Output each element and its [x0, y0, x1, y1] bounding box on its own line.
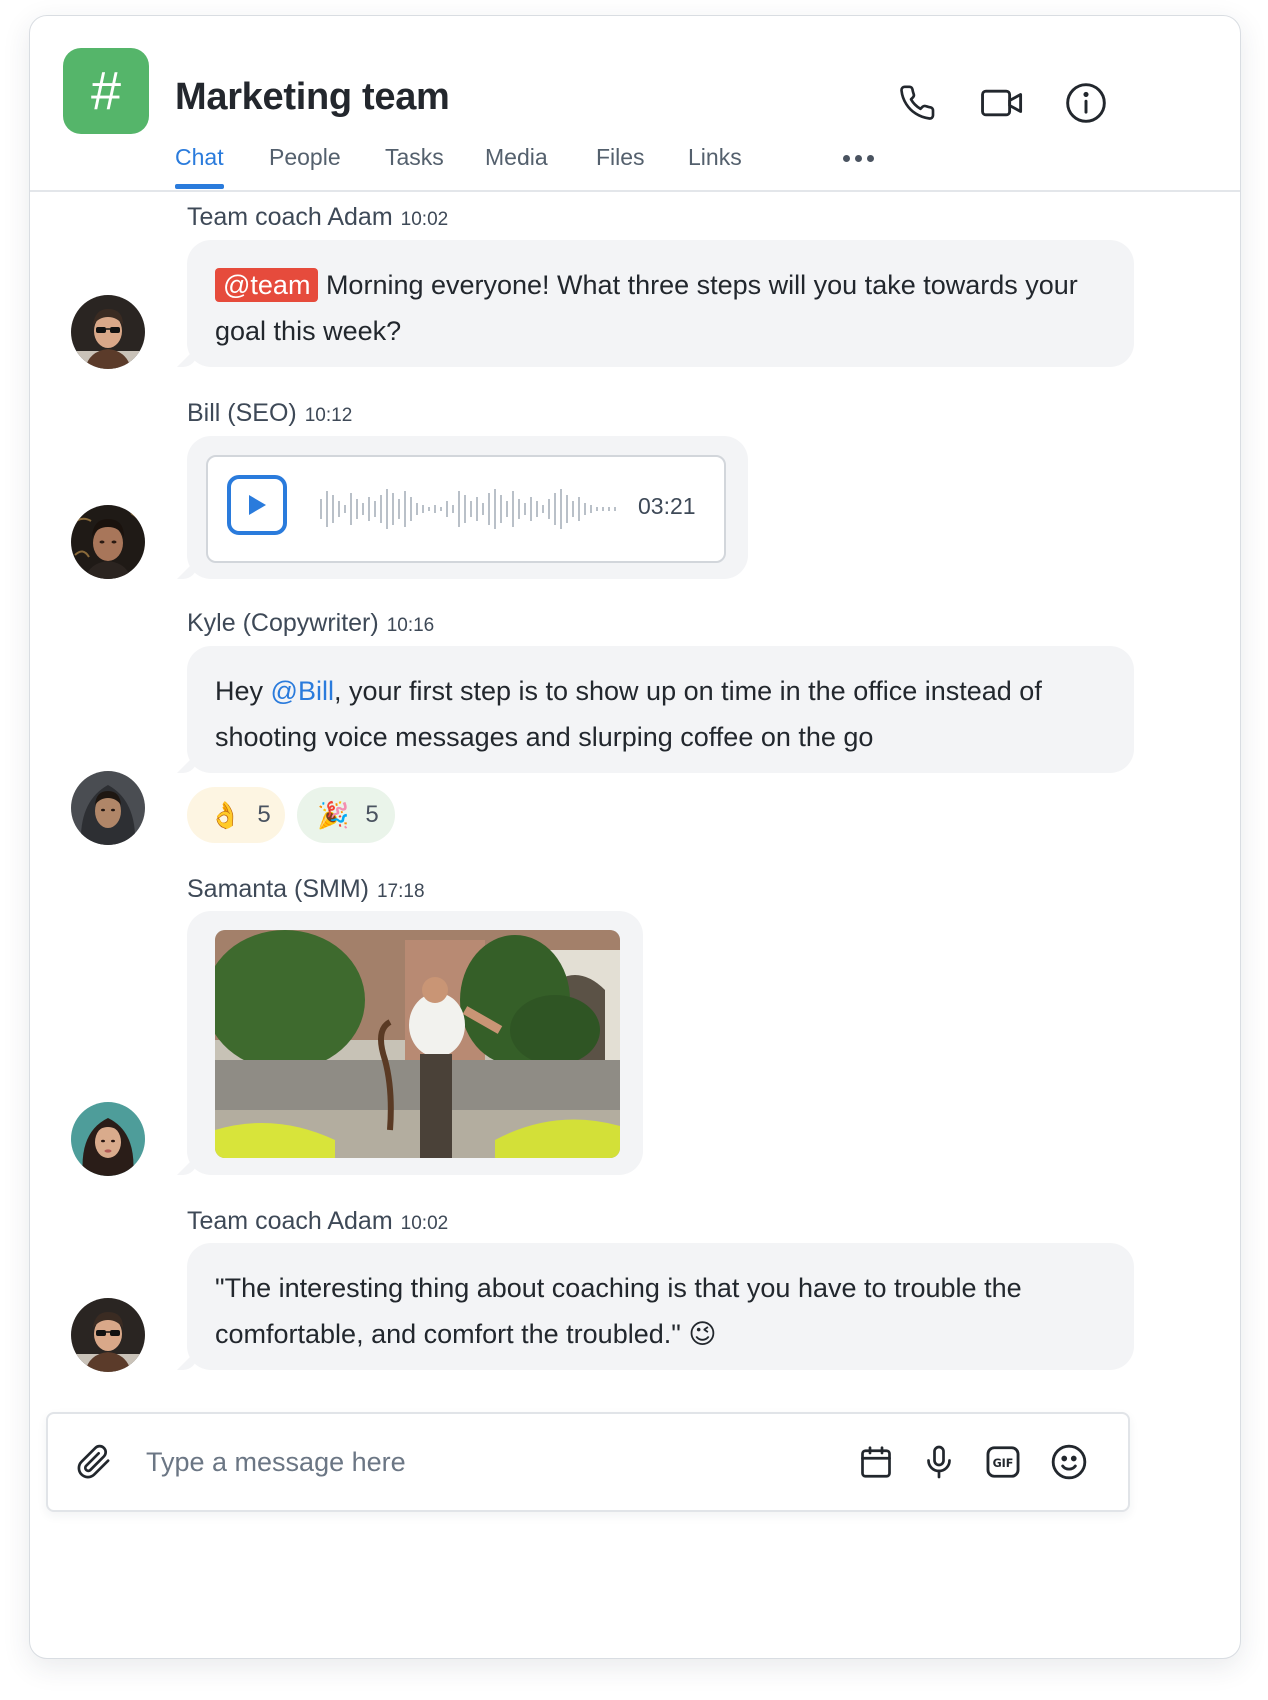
avatar[interactable] [71, 505, 145, 579]
message-body: Morning everyone! What three steps will … [215, 270, 1078, 346]
message-author: Bill (SEO) 10:12 [187, 399, 352, 428]
message-author: Team coach Adam 10:02 [187, 203, 448, 232]
play-icon [249, 495, 266, 515]
voice-message: 03:21 [206, 455, 726, 563]
chat-header: # Marketing team Chat People Tasks Media… [30, 16, 1240, 192]
author-name: Team coach Adam [187, 203, 393, 231]
message-time: 10:12 [304, 405, 353, 426]
video-icon[interactable] [977, 78, 1027, 128]
author-name: Samanta (SMM) [187, 875, 369, 903]
message-bubble: 03:21 [187, 436, 748, 579]
message-time: 17:18 [376, 881, 425, 902]
message-author: Kyle (Copywriter) 10:16 [187, 609, 434, 638]
gif-image[interactable] [215, 930, 620, 1158]
avatar[interactable] [71, 1102, 145, 1176]
play-button[interactable] [227, 475, 287, 535]
message-body: , your first step is to show up on time … [215, 676, 1042, 752]
tab-files[interactable]: Files [596, 144, 645, 171]
chat-window: # Marketing team Chat People Tasks Media… [29, 15, 1241, 1659]
message-bubble [187, 911, 643, 1175]
reaction-count: 5 [365, 801, 379, 828]
message-time: 10:02 [400, 1213, 449, 1234]
microphone-icon[interactable] [915, 1438, 963, 1486]
svg-text:GIF: GIF [993, 1457, 1014, 1470]
user-mention[interactable]: @Bill [271, 676, 334, 706]
message-author: Samanta (SMM) 17:18 [187, 875, 425, 904]
avatar[interactable] [71, 771, 145, 845]
message-composer: GIF [46, 1412, 1130, 1512]
message-text: Hey @Bill, your first step is to show up… [215, 668, 1098, 760]
reaction-count: 5 [257, 801, 271, 828]
team-mention[interactable]: @team [215, 268, 319, 302]
wink-emoji-icon: 😉 [688, 1319, 717, 1349]
author-name: Kyle (Copywriter) [187, 609, 379, 637]
ok-hand-icon: 👌 [209, 799, 242, 830]
channel-symbol: # [90, 61, 122, 121]
gif-icon[interactable]: GIF [979, 1438, 1027, 1486]
paperclip-icon[interactable] [70, 1438, 118, 1486]
message-body: Hey [215, 676, 271, 706]
calendar-icon[interactable] [852, 1438, 900, 1486]
message-bubble: "The interesting thing about coaching is… [187, 1243, 1134, 1370]
more-dots-icon[interactable] [843, 148, 883, 168]
message-time: 10:16 [386, 615, 435, 636]
author-name: Team coach Adam [187, 1207, 393, 1235]
smiley-icon[interactable] [1045, 1438, 1093, 1486]
message-input[interactable] [144, 1438, 828, 1486]
reaction-ok[interactable]: 👌 5 [187, 787, 285, 843]
phone-icon[interactable] [893, 78, 943, 128]
message-text: "The interesting thing about coaching is… [215, 1265, 1098, 1357]
reaction-party[interactable]: 🎉 5 [297, 787, 395, 843]
message-bubble: Hey @Bill, your first step is to show up… [187, 646, 1134, 773]
author-name: Bill (SEO) [187, 399, 297, 427]
channel-hash-icon: # [63, 48, 149, 134]
info-icon[interactable] [1061, 78, 1111, 128]
channel-title: Marketing team [175, 76, 450, 118]
party-popper-icon: 🎉 [317, 799, 350, 830]
voice-duration: 03:21 [638, 493, 696, 519]
message-time: 10:02 [400, 209, 449, 230]
message-bubble: @team Morning everyone! What three steps… [187, 240, 1134, 367]
tab-media[interactable]: Media [485, 144, 548, 171]
tab-tasks[interactable]: Tasks [385, 144, 444, 171]
message-text: @team Morning everyone! What three steps… [215, 262, 1098, 354]
tab-chat[interactable]: Chat [175, 144, 224, 189]
waveform[interactable] [318, 485, 622, 533]
avatar[interactable] [71, 1298, 145, 1372]
message-author: Team coach Adam 10:02 [187, 1207, 448, 1236]
avatar[interactable] [71, 295, 145, 369]
tab-people[interactable]: People [269, 144, 341, 171]
message-body: "The interesting thing about coaching is… [215, 1273, 1022, 1349]
tab-links[interactable]: Links [688, 144, 742, 171]
